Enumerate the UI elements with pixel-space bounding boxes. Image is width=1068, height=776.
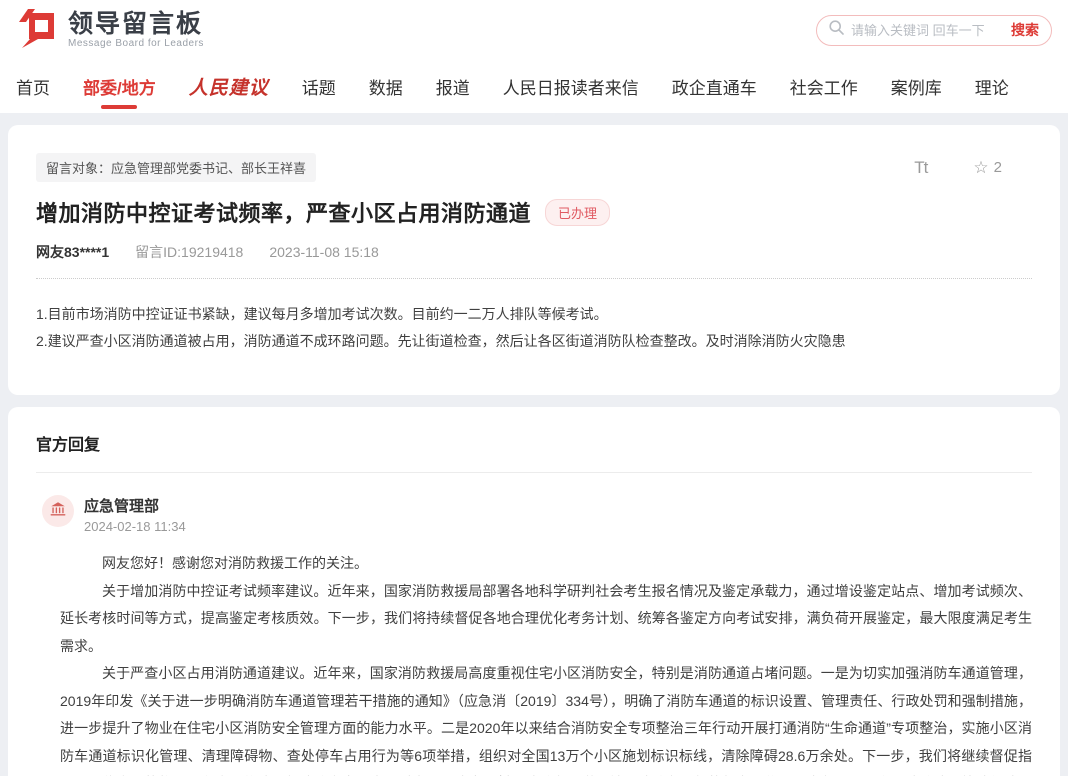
message-body: 1.目前市场消防中控证证书紧缺，建议每月多增加考试次数。目前约一二万人排队等候考… bbox=[36, 301, 1032, 355]
nav-item-reports[interactable]: 报道 bbox=[436, 74, 470, 99]
search-icon bbox=[829, 20, 844, 40]
reply-paragraph: 网友您好！感谢您对消防救援工作的关注。 bbox=[60, 550, 1032, 578]
reply-paragraph: 关于严查小区占用消防通道建议。近年来，国家消防救援局高度重视住宅小区消防安全，特… bbox=[60, 660, 1032, 776]
font-size-toggle[interactable]: Tt bbox=[914, 158, 927, 178]
message-id: 留言ID:19219418 bbox=[135, 242, 243, 262]
star-icon: ☆ bbox=[973, 158, 988, 178]
message-card: 留言对象：应急管理部党委书记、部长王祥喜 Tt ☆ 2 增加消防中控证考试频率，… bbox=[8, 125, 1060, 395]
nav-item-case-library[interactable]: 案例库 bbox=[891, 74, 942, 99]
page-main: 留言对象：应急管理部党委书记、部长王祥喜 Tt ☆ 2 增加消防中控证考试频率，… bbox=[0, 113, 1068, 776]
logo-subtitle: Message Board for Leaders bbox=[68, 39, 204, 50]
reply-agency-name: 应急管理部 bbox=[84, 495, 186, 516]
search-box[interactable]: 搜索 bbox=[816, 15, 1052, 46]
reply-body: 网友您好！感谢您对消防救援工作的关注。 关于增加消防中控证考试频率建议。近年来，… bbox=[60, 550, 1032, 776]
message-target-tag: 留言对象：应急管理部党委书记、部长王祥喜 bbox=[36, 153, 316, 182]
message-body-line: 2.建议严查小区消防通道被占用，消防通道不成环路问题。先让街道检查，然后让各区街… bbox=[36, 328, 1032, 355]
nav-item-data[interactable]: 数据 bbox=[369, 74, 403, 99]
nav-item-people-suggestions[interactable]: 人民建议 bbox=[189, 73, 269, 100]
government-building-icon bbox=[49, 500, 67, 523]
nav-item-ministries-local[interactable]: 部委/地方 bbox=[83, 74, 156, 99]
star-count: 2 bbox=[994, 159, 1002, 176]
logo-speech-bubble-icon bbox=[16, 6, 60, 55]
message-body-line: 1.目前市场消防中控证证书紧缺，建议每月多增加考试次数。目前约一二万人排队等候考… bbox=[36, 301, 1032, 328]
nav-item-reader-letters[interactable]: 人民日报读者来信 bbox=[503, 74, 639, 99]
status-badge: 已办理 bbox=[545, 199, 610, 226]
main-nav: 首页 部委/地方 人民建议 话题 数据 报道 人民日报读者来信 政企直通车 社会… bbox=[0, 60, 1068, 113]
nav-item-social-work[interactable]: 社会工作 bbox=[790, 74, 858, 99]
site-logo[interactable]: 领导留言板 Message Board for Leaders bbox=[16, 6, 204, 55]
search-button[interactable]: 搜索 bbox=[1011, 20, 1039, 40]
reply-divider bbox=[36, 472, 1032, 473]
message-author: 网友83****1 bbox=[36, 242, 109, 262]
official-reply-card: 官方回复 bbox=[8, 407, 1060, 776]
message-datetime: 2023-11-08 15:18 bbox=[269, 244, 379, 260]
official-reply-heading: 官方回复 bbox=[36, 431, 1032, 455]
search-input[interactable] bbox=[851, 23, 1011, 38]
reply-paragraph: 关于增加消防中控证考试频率建议。近年来，国家消防救援局部署各地科学研判社会考生报… bbox=[60, 578, 1032, 661]
reply-datetime: 2024-02-18 11:34 bbox=[84, 519, 186, 534]
agency-avatar bbox=[42, 495, 74, 527]
nav-item-gov-enterprise[interactable]: 政企直通车 bbox=[672, 74, 757, 99]
site-header: 领导留言板 Message Board for Leaders 搜索 bbox=[0, 0, 1068, 60]
logo-title: 领导留言板 bbox=[68, 11, 204, 37]
nav-item-home[interactable]: 首页 bbox=[16, 74, 50, 99]
nav-item-theory[interactable]: 理论 bbox=[975, 74, 1009, 99]
message-title: 增加消防中控证考试频率，严查小区占用消防通道 bbox=[36, 196, 531, 228]
dotted-divider bbox=[36, 278, 1032, 279]
star-favorite-button[interactable]: ☆ 2 bbox=[973, 158, 1002, 178]
nav-item-topics[interactable]: 话题 bbox=[302, 74, 336, 99]
